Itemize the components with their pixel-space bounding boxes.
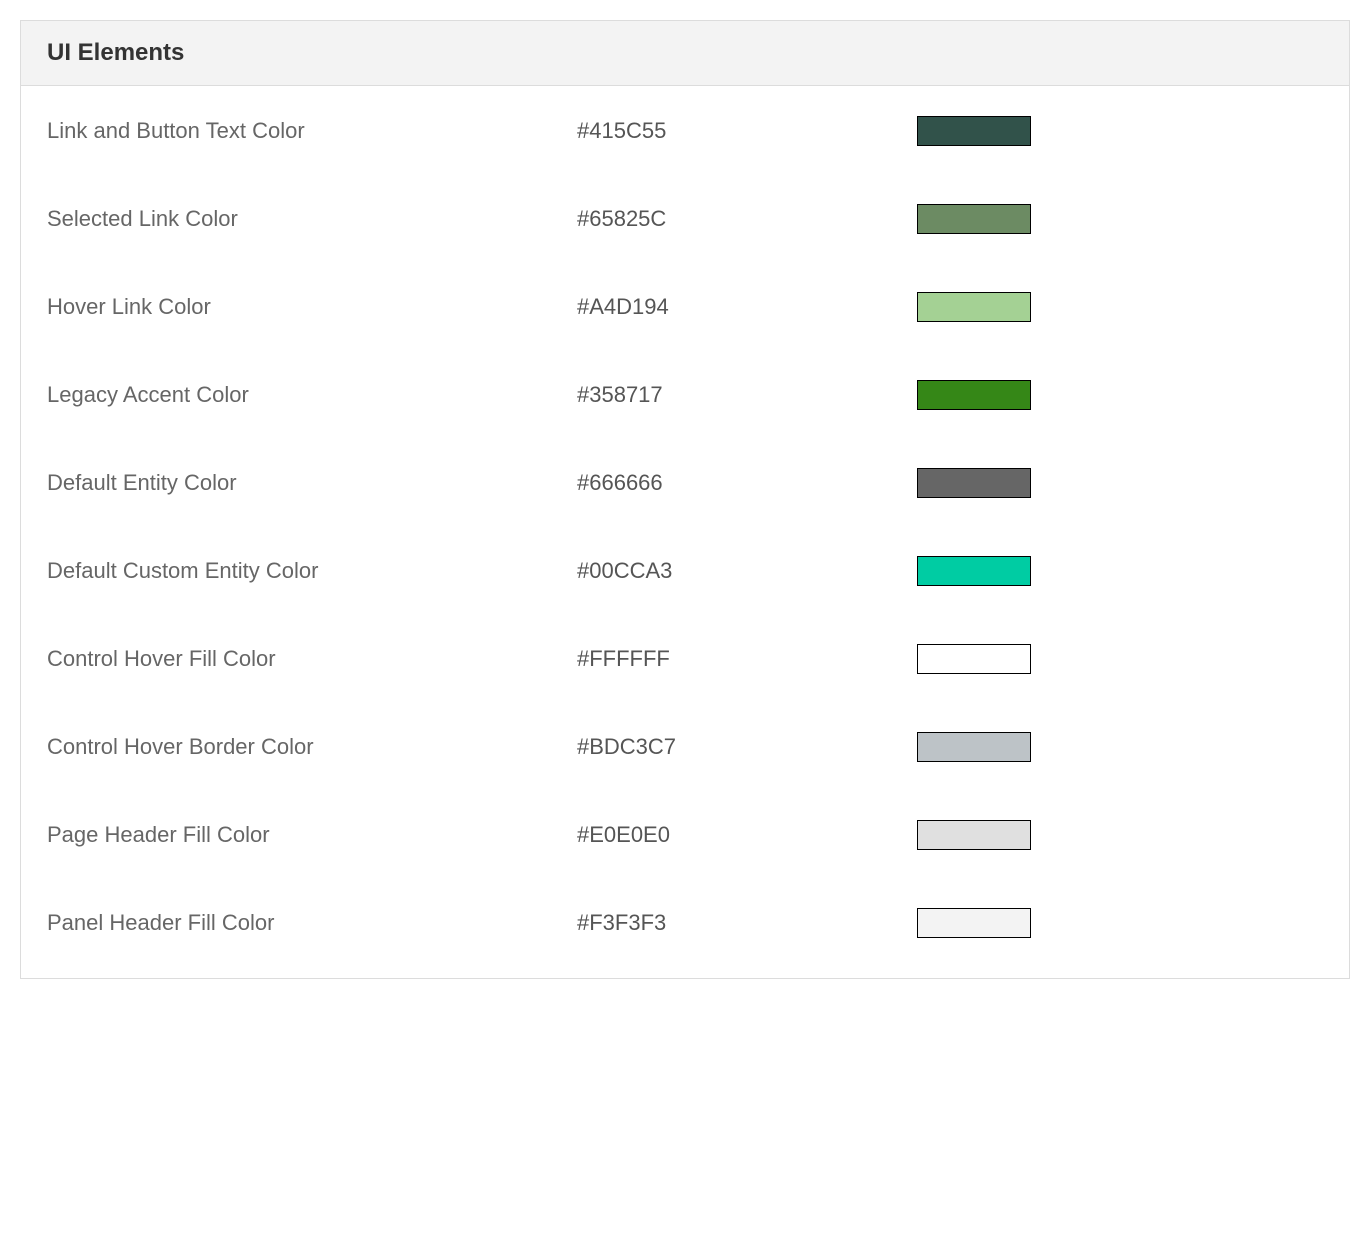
color-value: #A4D194 xyxy=(577,294,917,320)
panel-title: UI Elements xyxy=(47,39,1323,67)
color-label: Selected Link Color xyxy=(47,206,577,232)
color-swatch[interactable] xyxy=(917,908,1031,938)
panel-header: UI Elements xyxy=(21,21,1349,86)
color-label: Control Hover Fill Color xyxy=(47,646,577,672)
color-row: Page Header Fill Color#E0E0E0 xyxy=(47,820,1323,850)
color-swatch[interactable] xyxy=(917,468,1031,498)
color-label: Legacy Accent Color xyxy=(47,382,577,408)
color-label: Default Entity Color xyxy=(47,470,577,496)
color-label: Panel Header Fill Color xyxy=(47,910,577,936)
color-row: Control Hover Fill Color#FFFFFF xyxy=(47,644,1323,674)
color-row: Default Entity Color#666666 xyxy=(47,468,1323,498)
color-value: #415C55 xyxy=(577,118,917,144)
color-value: #E0E0E0 xyxy=(577,822,917,848)
color-swatch[interactable] xyxy=(917,116,1031,146)
panel-body: Link and Button Text Color#415C55 Selecte… xyxy=(21,86,1349,978)
color-swatch[interactable] xyxy=(917,732,1031,762)
color-value: #666666 xyxy=(577,470,917,496)
color-value: #65825C xyxy=(577,206,917,232)
color-value: #BDC3C7 xyxy=(577,734,917,760)
color-row: Link and Button Text Color#415C55 xyxy=(47,116,1323,146)
color-row: Control Hover Border Color#BDC3C7 xyxy=(47,732,1323,762)
color-label: Page Header Fill Color xyxy=(47,822,577,848)
color-row: Hover Link Color#A4D194 xyxy=(47,292,1323,322)
color-value: #358717 xyxy=(577,382,917,408)
color-swatch[interactable] xyxy=(917,820,1031,850)
color-label: Link and Button Text Color xyxy=(47,118,577,144)
color-row: Default Custom Entity Color#00CCA3 xyxy=(47,556,1323,586)
color-label: Hover Link Color xyxy=(47,294,577,320)
color-row: Panel Header Fill Color#F3F3F3 xyxy=(47,908,1323,938)
color-swatch[interactable] xyxy=(917,380,1031,410)
color-row: Legacy Accent Color#358717 xyxy=(47,380,1323,410)
color-row: Selected Link Color#65825C xyxy=(47,204,1323,234)
color-swatch[interactable] xyxy=(917,204,1031,234)
color-label: Control Hover Border Color xyxy=(47,734,577,760)
color-value: #00CCA3 xyxy=(577,558,917,584)
color-value: #F3F3F3 xyxy=(577,910,917,936)
color-swatch[interactable] xyxy=(917,556,1031,586)
color-swatch[interactable] xyxy=(917,644,1031,674)
color-value: #FFFFFF xyxy=(577,646,917,672)
color-swatch[interactable] xyxy=(917,292,1031,322)
color-label: Default Custom Entity Color xyxy=(47,558,577,584)
ui-elements-panel: UI Elements Link and Button Text Color#4… xyxy=(20,20,1350,979)
